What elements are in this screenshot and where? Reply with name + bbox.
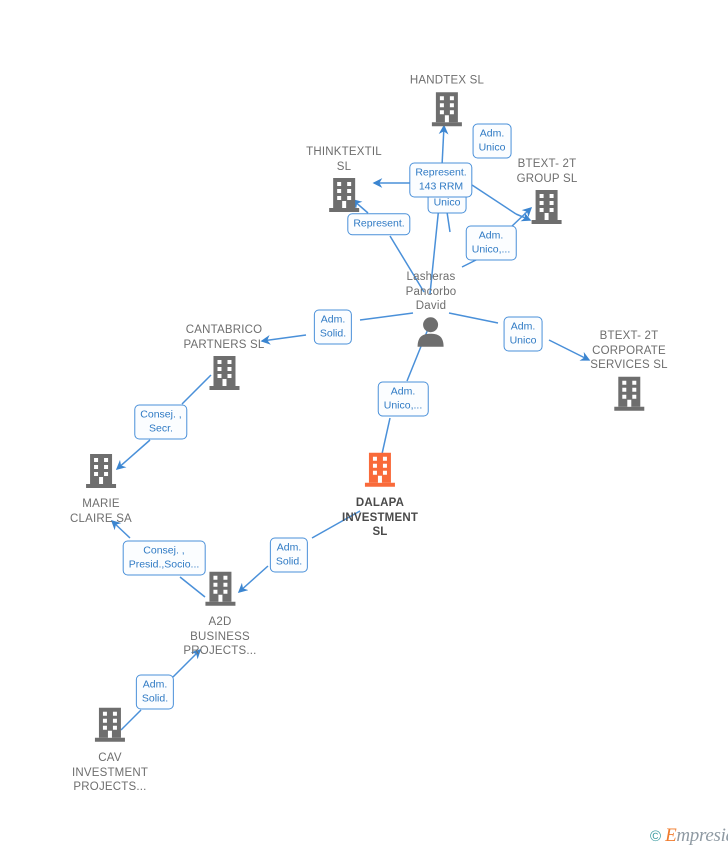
edge-label-consej-secr[interactable]: Consej. , Secr. [134,404,188,440]
building-icon [207,354,241,397]
node-label-person: Lasheras Pancorbo David [405,270,457,312]
brand-wordmark: Empresia [665,825,728,846]
building-icon [84,452,118,495]
edge-label-consej-presid-socio[interactable]: Consej. , Presid.,Socio... [122,540,206,576]
node-label-thinktextil: THINKTEXTIL SL [306,146,382,173]
node-btext-2t-group[interactable]: BTEXT- 2T GROUP SL [517,157,578,231]
building-icon [612,374,646,417]
node-marie-claire[interactable]: MARIE CLAIRE SA [70,452,132,526]
node-a2d-business-projects[interactable]: A2D BUSINESS PROJECTS... [183,570,256,659]
node-label-dalapa-investment: DALAPA INVESTMENT SL [341,496,419,538]
node-label-marie-claire: MARIE CLAIRE SA [70,498,132,525]
person-icon [416,315,446,352]
building-icon [93,706,127,749]
edge-label-adm-unico-more[interactable]: Adm. Unico,... [465,225,517,261]
node-label-cav-investment-projects: CAV INVESTMENT PROJECTS... [71,751,149,793]
copyright-icon: © [650,827,662,845]
edge-label-adm-unico-btext-corp[interactable]: Adm. Unico [503,316,543,352]
node-handtex[interactable]: HANDTEX SL [410,73,484,133]
node-cav-investment-projects[interactable]: CAV INVESTMENT PROJECTS... [72,706,148,795]
building-icon [430,90,464,133]
edge-occluded-label-stem [446,211,451,233]
edge-label-represent-143-rrm[interactable]: Represent. 143 RRM [409,162,473,198]
node-label-cantabrico-partners: CANTABRICO PARTNERS SL [183,324,265,351]
edge-admunico-right-to-btextcorp [548,339,591,361]
building-icon [203,570,237,613]
edge-label-adm-solid-a2d[interactable]: Adm. Solid. [269,537,309,573]
node-btext-2t-corporate-services[interactable]: BTEXT- 2T CORPORATE SERVICES SL [590,329,668,418]
edge-label-adm-solid-cantabrico[interactable]: Adm. Solid. [313,309,353,345]
edge-label-represent[interactable]: Represent. [347,213,411,235]
node-person-lasheras-pancorbo-david[interactable]: Lasheras Pancorbo David [406,270,457,353]
diagram-canvas: HANDTEX SL THINKTEXTIL SL BTEXT- 2T GROU… [0,0,728,850]
edge-label-adm-unico-btext-group[interactable]: Adm. Unico [472,123,512,159]
node-label-a2d-business-projects: A2D BUSINESS PROJECTS... [183,615,257,657]
building-icon [530,188,564,231]
edge-label-adm-unico-dalapa[interactable]: Adm. Unico,... [377,381,429,417]
node-cantabrico-partners[interactable]: CANTABRICO PARTNERS SL [183,323,264,397]
node-label-btext-2t-group: BTEXT- 2T GROUP SL [516,158,578,185]
edge-admunico-top-right [471,184,517,215]
watermark-empresia: © Empresia [650,825,728,847]
node-thinktextil[interactable]: THINKTEXTIL SL [306,145,382,219]
building-icon [363,451,397,494]
node-dalapa-investment[interactable]: DALAPA INVESTMENT SL [342,451,418,540]
node-label-handtex: HANDTEX SL [409,74,485,87]
edge-label-adm-solid-cav[interactable]: Adm. Solid. [135,674,175,710]
node-label-btext-2t-corporate-services: BTEXT- 2T CORPORATE SERVICES SL [590,329,668,371]
edge-admsolid-left-to-cantabrico [260,334,307,345]
